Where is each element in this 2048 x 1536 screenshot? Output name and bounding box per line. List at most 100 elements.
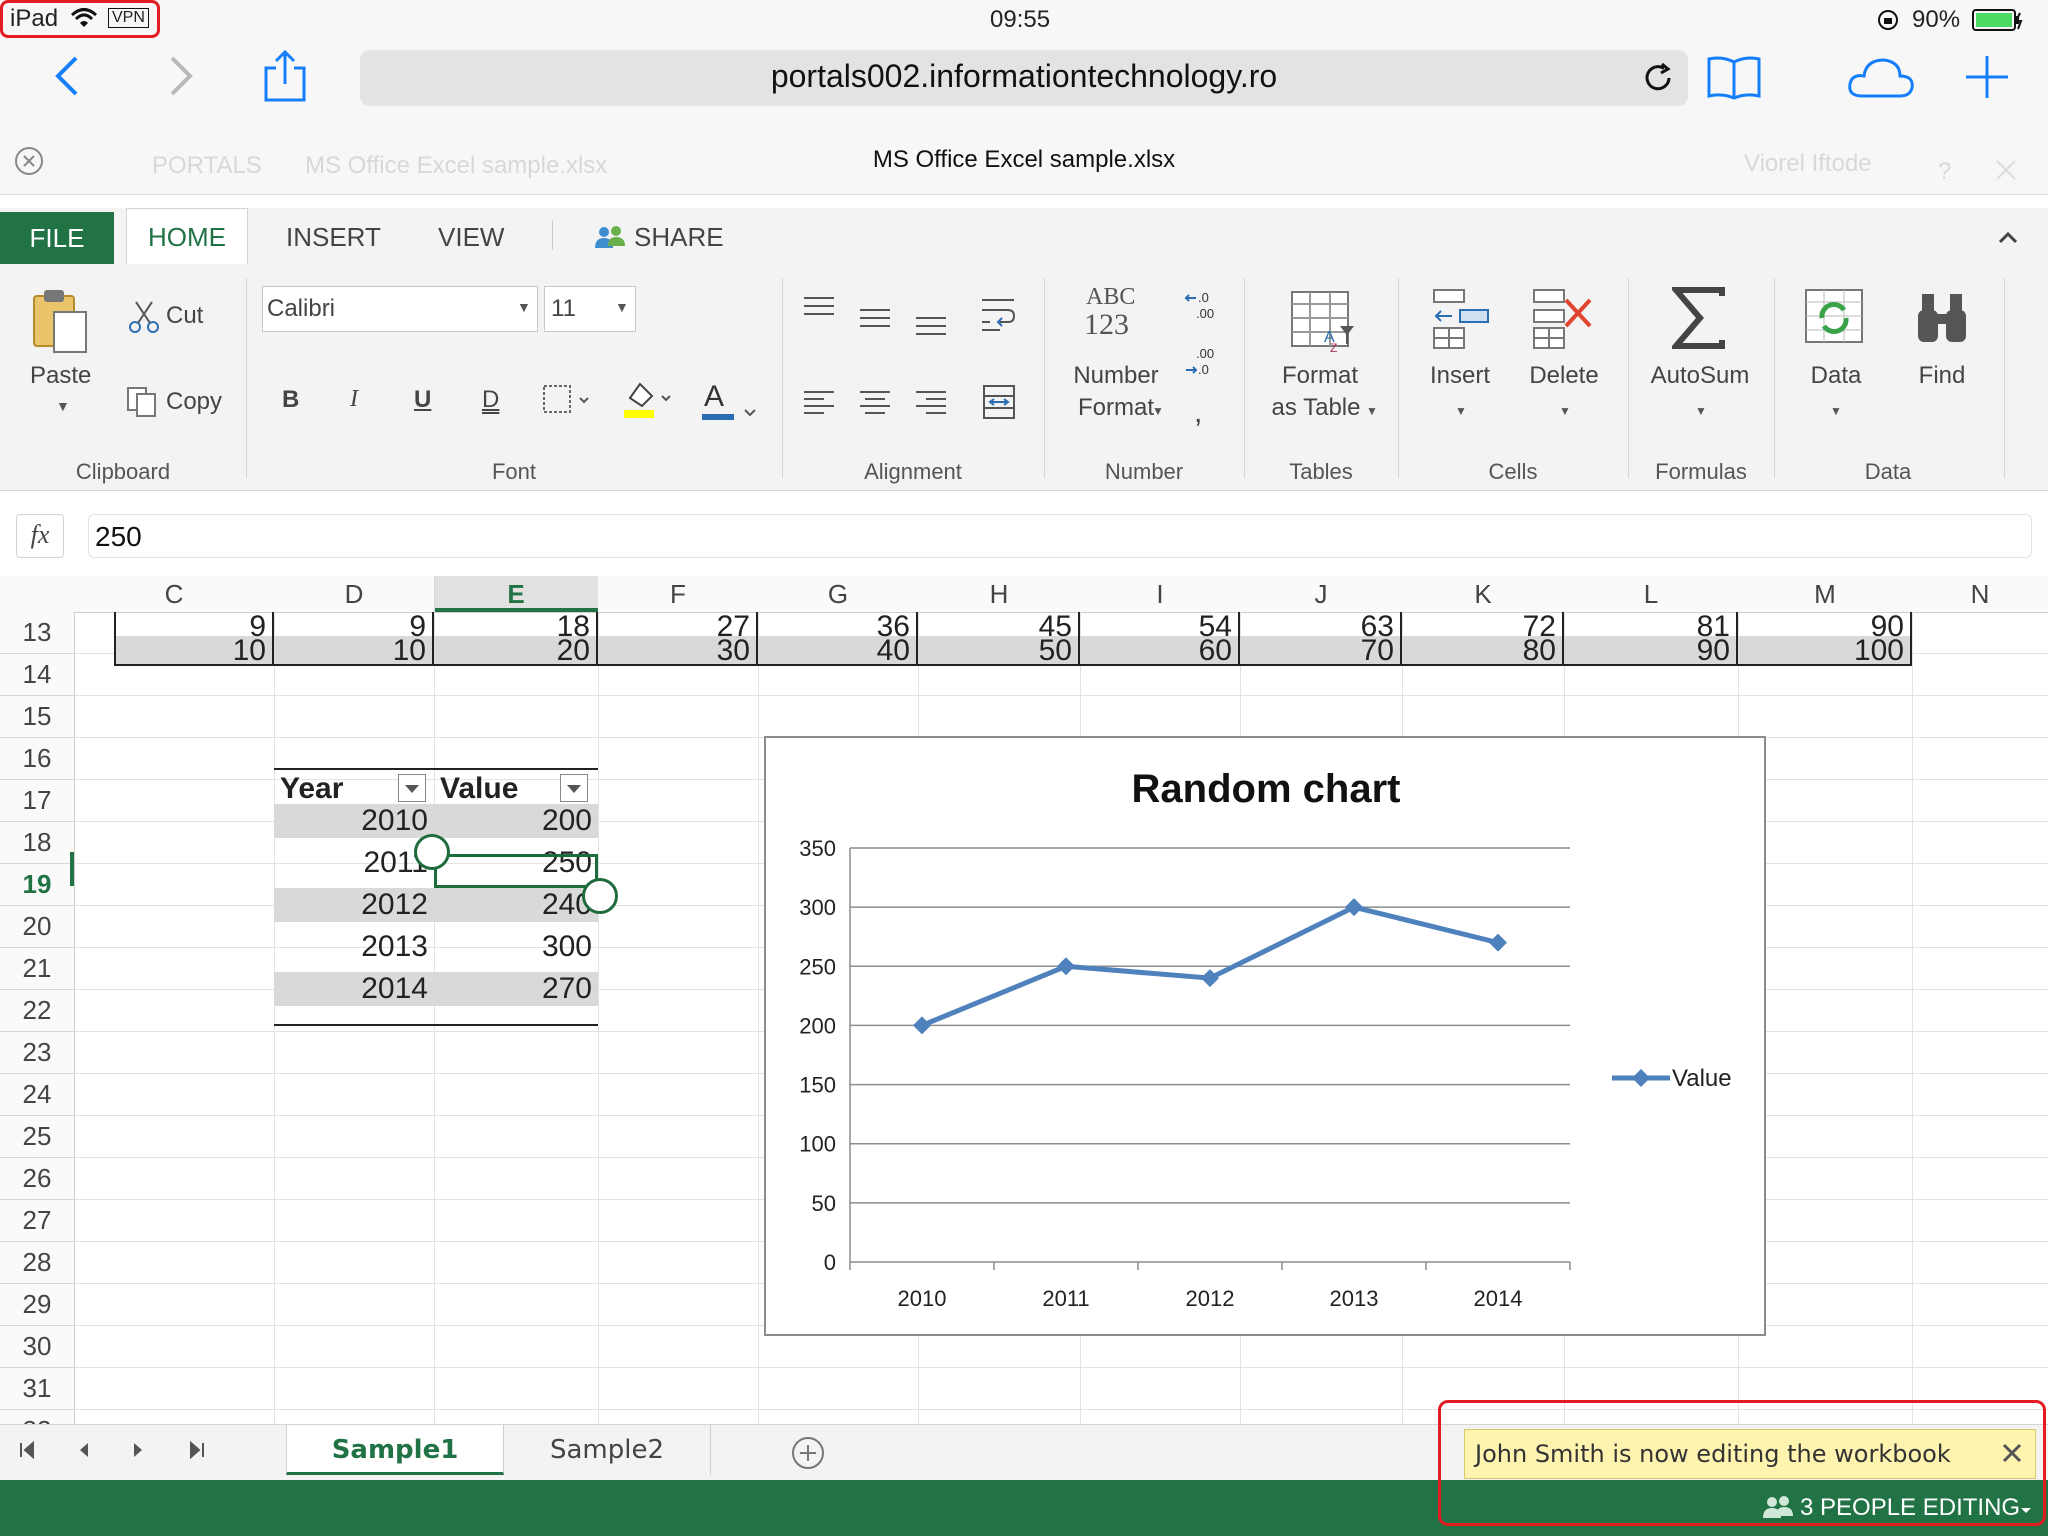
line-chart[interactable]: Random chart 0 50 100 150 200 250 300 350 2010 201…	[764, 736, 1766, 1336]
table-value-cell[interactable]: 270	[434, 972, 598, 1006]
row-header-21[interactable]: 21	[0, 948, 74, 990]
sheet-tab-sample1[interactable]: Sample1	[286, 1425, 504, 1475]
data-refresh-icon[interactable]	[1804, 288, 1866, 357]
new-tab-icon[interactable]	[1964, 54, 2010, 105]
row-14-cell[interactable]: 90	[1564, 636, 1738, 666]
align-bottom-icon[interactable]	[914, 316, 948, 347]
number-format-button[interactable]: Number	[1070, 362, 1162, 390]
insert-cells-icon[interactable]	[1432, 288, 1492, 357]
row-header-14[interactable]: 14	[0, 654, 74, 696]
increase-decimal-icon[interactable]: .0.00	[1184, 288, 1220, 331]
align-center-icon[interactable]	[858, 390, 892, 423]
chevron-down-icon[interactable]: ▼	[1366, 404, 1378, 418]
row-header-20[interactable]: 20	[0, 906, 74, 948]
table-year-cell[interactable]: 2014	[274, 972, 434, 1006]
spreadsheet-grid[interactable]: CDEFGHIJKLMN 13 14 15 16 17 18 19 20 21 22 23 24 25 2…	[0, 576, 2048, 1424]
chevron-down-icon[interactable]: ▼	[1830, 404, 1842, 418]
wrap-text-icon[interactable]	[980, 296, 1016, 339]
close-icon[interactable]	[1994, 158, 2018, 187]
number-format-icon[interactable]: 123	[1084, 308, 1129, 342]
find-button[interactable]: Find	[1900, 362, 1984, 390]
column-header-h[interactable]: H	[918, 576, 1081, 612]
row-header-30[interactable]: 30	[0, 1326, 74, 1368]
function-button[interactable]: fx	[16, 514, 64, 558]
address-bar[interactable]: portals002.informationtechnology.ro	[360, 50, 1688, 106]
format-as-table-icon[interactable]: AZ	[1290, 290, 1356, 361]
copy-button[interactable]: Copy	[166, 388, 222, 416]
paste-button[interactable]: Paste	[30, 362, 91, 390]
first-sheet-icon[interactable]	[18, 1440, 36, 1464]
column-header-c[interactable]: C	[74, 576, 275, 612]
autosum-icon[interactable]	[1669, 286, 1728, 357]
bold-button[interactable]: B	[282, 386, 299, 414]
formula-input[interactable]: 250	[88, 514, 2032, 558]
decrease-decimal-icon[interactable]: .00.0	[1184, 344, 1220, 387]
tab-insert[interactable]: INSERT	[286, 222, 381, 253]
row-header-18[interactable]: 18	[0, 822, 74, 864]
add-sheet-icon[interactable]	[790, 1435, 826, 1476]
column-header-e[interactable]: E	[434, 576, 599, 612]
font-color-button[interactable]: A	[704, 380, 724, 414]
column-header-l[interactable]: L	[1564, 576, 1739, 612]
collapse-ribbon-icon[interactable]	[1996, 226, 2020, 251]
paste-icon[interactable]	[30, 286, 94, 363]
table-year-cell[interactable]: 2012	[274, 888, 434, 922]
number-format-label-2[interactable]: Format	[1070, 394, 1162, 422]
row-header-27[interactable]: 27	[0, 1200, 74, 1242]
fill-color-icon[interactable]	[622, 378, 674, 427]
font-name-select[interactable]: Calibri ▼	[262, 286, 538, 332]
reload-icon[interactable]	[1642, 62, 1674, 102]
row-header-22[interactable]: 22	[0, 990, 74, 1032]
row-14-cell[interactable]: 20	[434, 636, 598, 666]
table-year-cell[interactable]: 2010	[274, 804, 434, 838]
chevron-down-icon[interactable]: ▼	[1559, 404, 1571, 418]
insert-cells-button[interactable]: Insert	[1418, 362, 1502, 390]
tab-home[interactable]: HOME	[126, 208, 248, 264]
back-icon[interactable]	[52, 54, 82, 103]
row-14-cell[interactable]: 30	[598, 636, 758, 666]
tab-file[interactable]: FILE	[0, 212, 114, 264]
cloud-icon[interactable]	[1846, 56, 1916, 105]
column-header-j[interactable]: J	[1240, 576, 1403, 612]
row-header-31[interactable]: 31	[0, 1368, 74, 1410]
row-header-28[interactable]: 28	[0, 1242, 74, 1284]
row-header-17[interactable]: 17	[0, 780, 74, 822]
row-header-19[interactable]: 19	[0, 864, 74, 906]
bookmarks-icon[interactable]	[1706, 56, 1762, 105]
tab-share[interactable]: SHARE	[634, 222, 724, 253]
table-year-cell[interactable]: 2011	[274, 846, 434, 880]
row-header-23[interactable]: 23	[0, 1032, 74, 1074]
column-header-i[interactable]: I	[1080, 576, 1241, 612]
row-header-24[interactable]: 24	[0, 1074, 74, 1116]
selection-handle-start[interactable]	[414, 834, 450, 870]
row-14-cell[interactable]: 10	[114, 636, 274, 666]
forward-icon[interactable]	[166, 54, 196, 103]
row-header-32[interactable]: 32	[0, 1410, 74, 1424]
find-binoculars-icon[interactable]	[1914, 290, 1970, 353]
cut-button[interactable]: Cut	[166, 302, 203, 330]
row-14-cell[interactable]: 60	[1080, 636, 1240, 666]
format-as-table-button[interactable]: Format	[1256, 362, 1384, 390]
italic-button[interactable]: I	[350, 386, 358, 413]
double-underline-button[interactable]: D	[482, 386, 499, 414]
underline-button[interactable]: U	[414, 386, 431, 414]
row-14-cell[interactable]: 70	[1240, 636, 1402, 666]
align-left-icon[interactable]	[802, 390, 836, 423]
selected-cell[interactable]	[434, 854, 598, 888]
font-size-select[interactable]: 11 ▼	[544, 286, 636, 332]
tab-view[interactable]: VIEW	[438, 222, 504, 253]
delete-cells-icon[interactable]	[1532, 288, 1596, 357]
year-filter-button[interactable]	[398, 774, 426, 802]
row-14-cell[interactable]: 50	[918, 636, 1080, 666]
row-header-16[interactable]: 16	[0, 738, 74, 780]
paste-dropdown-icon[interactable]: ▼	[56, 398, 70, 414]
column-header-g[interactable]: G	[758, 576, 919, 612]
column-header-m[interactable]: M	[1738, 576, 1913, 612]
row-header-29[interactable]: 29	[0, 1284, 74, 1326]
data-button[interactable]: Data	[1790, 362, 1882, 390]
row-14-cell[interactable]: 80	[1402, 636, 1564, 666]
align-middle-icon[interactable]	[858, 308, 892, 339]
align-top-icon[interactable]	[802, 296, 836, 327]
share-icon[interactable]	[262, 49, 308, 107]
table-value-cell[interactable]: 300	[434, 930, 598, 964]
